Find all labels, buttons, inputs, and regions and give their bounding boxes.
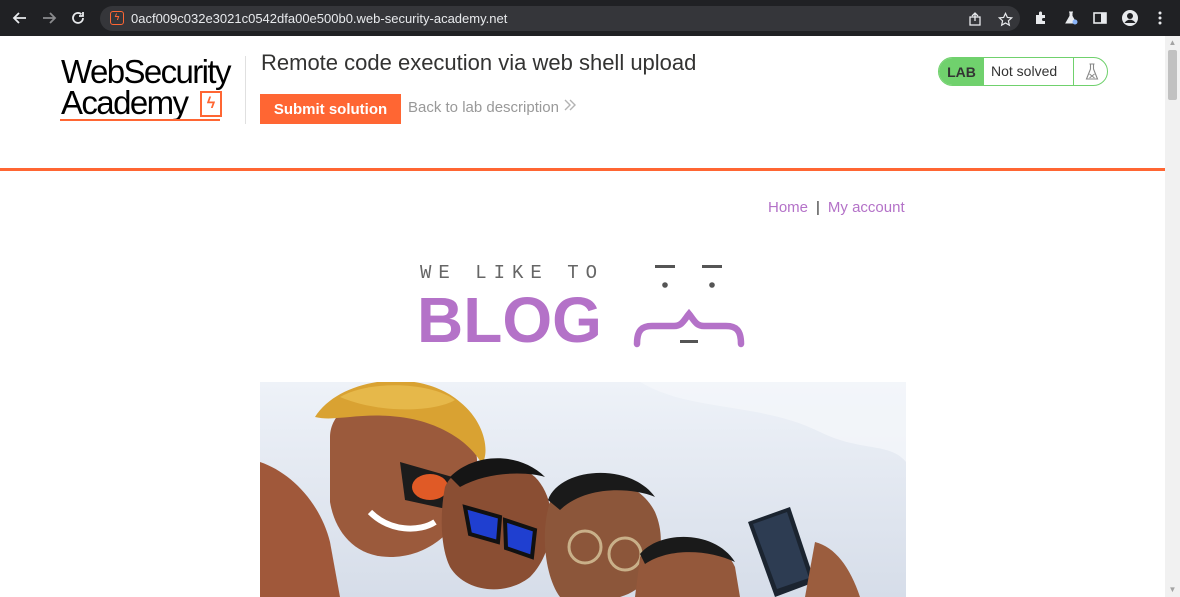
hero-image (260, 382, 906, 597)
address-bar[interactable]: ϟ 0acf009c032e3021c0542dfa00e500b0.web-s… (100, 6, 1020, 31)
url-text[interactable]: 0acf009c032e3021c0542dfa00e500b0.web-sec… (131, 11, 507, 26)
scroll-down-icon[interactable]: ▼ (1168, 585, 1177, 595)
academy-lab-header: WebSecurity Academy ϟ Remote code execut… (0, 36, 1165, 168)
blog-logo-wordmark: BLOG (417, 284, 602, 356)
browser-toolbar: ϟ 0acf009c032e3021c0542dfa00e500b0.web-s… (0, 0, 1180, 36)
group-selfie-photo (260, 382, 906, 597)
profile-avatar-icon[interactable] (1120, 8, 1140, 28)
back-to-lab-description-link[interactable]: Back to lab description (408, 99, 559, 116)
site-favicon-icon: ϟ (110, 11, 124, 25)
lab-status-widget: LAB Not solved (938, 57, 1108, 86)
scroll-thumb[interactable] (1168, 50, 1177, 100)
back-arrow-icon[interactable] (10, 8, 30, 28)
blog-top-nav: Home | My account (768, 199, 905, 216)
header-divider (245, 56, 246, 124)
lab-badge: LAB (939, 58, 984, 85)
header-orange-rule (0, 168, 1165, 171)
more-menu-icon[interactable] (1150, 8, 1170, 28)
lab-title: Remote code execution via web shell uplo… (261, 50, 697, 75)
scroll-up-icon[interactable]: ▲ (1168, 38, 1177, 48)
nav-separator: | (816, 199, 820, 216)
blog-face-icon (633, 265, 745, 348)
lightning-bolt-icon: ϟ (200, 91, 222, 117)
logo-text-line2: Academy (61, 84, 189, 121)
share-icon[interactable] (966, 10, 984, 28)
double-chevron-right-icon[interactable] (563, 97, 577, 117)
submit-solution-button[interactable]: Submit solution (260, 94, 401, 124)
lab-extension-icon[interactable] (1061, 8, 1081, 28)
home-link[interactable]: Home (768, 199, 808, 216)
lab-status-text: Not solved (991, 63, 1058, 79)
bookmark-star-icon[interactable] (996, 10, 1014, 28)
extensions-puzzle-icon[interactable] (1031, 8, 1051, 28)
side-panel-icon[interactable] (1090, 8, 1110, 28)
logo-underline (60, 119, 220, 121)
forward-arrow-icon[interactable] (39, 8, 59, 28)
my-account-link[interactable]: My account (828, 199, 905, 216)
blog-logo-tagline: WE LIKE TO (420, 262, 605, 284)
reload-icon[interactable] (68, 8, 88, 28)
flask-icon (1076, 58, 1107, 85)
status-divider (1073, 58, 1074, 85)
page-scrollbar[interactable]: ▲ ▼ (1165, 36, 1180, 597)
